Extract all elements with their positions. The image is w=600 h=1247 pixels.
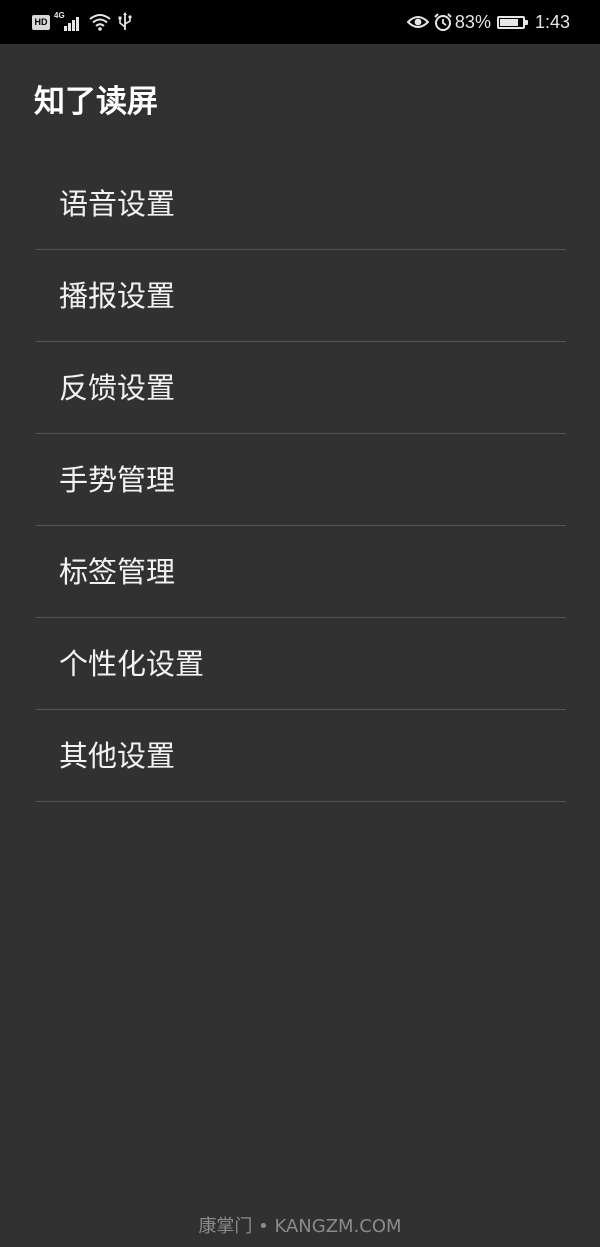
menu-item-label: 反馈设置 <box>59 371 176 405</box>
menu-item-label: 其他设置 <box>59 739 176 773</box>
menu-item-label: 个性化设置 <box>59 647 205 681</box>
watermark: 康掌门 • KANGZM.COM <box>198 1216 402 1237</box>
signal-icon: 4G <box>54 11 82 33</box>
eye-icon <box>406 16 429 28</box>
status-left-group: HD 4G <box>32 10 132 34</box>
battery-icon <box>496 15 528 29</box>
settings-menu-list: 语音设置 播报设置 反馈设置 手势管理 标签管理 个性化设置 其他设置 <box>0 158 600 802</box>
hd-icon: HD <box>32 14 50 30</box>
usb-icon <box>118 12 132 30</box>
status-bar: HD 4G 83% 1:43 <box>0 0 600 44</box>
menu-item-label: 手势管理 <box>59 463 176 497</box>
wifi-icon <box>89 14 111 31</box>
menu-item-gesture-management[interactable]: 手势管理 <box>0 434 600 526</box>
battery-level-fill <box>499 18 518 26</box>
network-type-label: 4G <box>54 11 65 20</box>
menu-item-label: 标签管理 <box>59 555 176 589</box>
clock-time: 1:43 <box>534 11 570 32</box>
menu-item-voice-settings[interactable]: 语音设置 <box>0 158 600 250</box>
menu-item-broadcast-settings[interactable]: 播报设置 <box>0 250 600 342</box>
divider <box>36 801 566 802</box>
page-title: 知了读屏 <box>34 84 158 120</box>
status-right-group: 83% 1:43 <box>406 8 570 36</box>
menu-item-other-settings[interactable]: 其他设置 <box>0 710 600 802</box>
menu-item-label: 语音设置 <box>59 187 176 221</box>
menu-item-label: 播报设置 <box>59 279 176 313</box>
menu-item-personalization-settings[interactable]: 个性化设置 <box>0 618 600 710</box>
battery-percent-text: 83% <box>454 11 491 32</box>
menu-item-feedback-settings[interactable]: 反馈设置 <box>0 342 600 434</box>
menu-item-label-management[interactable]: 标签管理 <box>0 526 600 618</box>
alarm-icon <box>434 13 452 31</box>
